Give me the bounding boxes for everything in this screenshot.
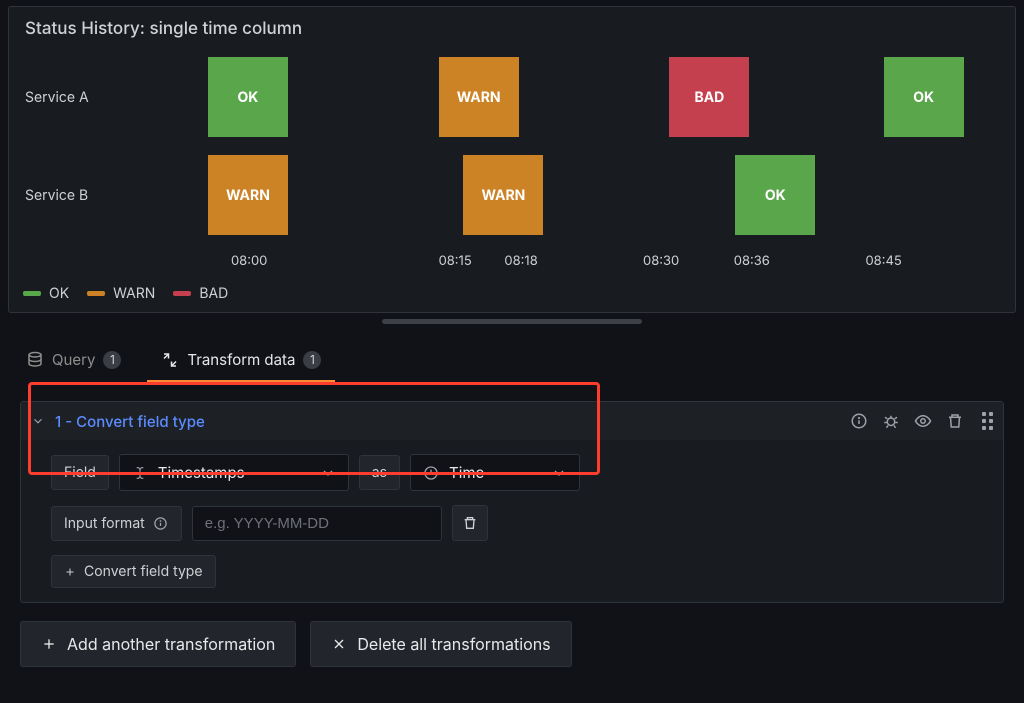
transform-card: 1 - Convert field type Field Timestamps [20, 401, 1004, 603]
axis-tick: 08:15 [439, 253, 472, 269]
legend: OK WARN BAD [23, 285, 999, 302]
legend-item[interactable]: OK [23, 285, 69, 302]
info-icon[interactable] [850, 412, 868, 430]
tab-transform-count: 1 [303, 351, 321, 369]
axis-tick: 08:18 [504, 253, 537, 269]
input-format-row: Input format [51, 505, 993, 541]
panel-title: Status History: single time column [25, 19, 999, 39]
close-icon [331, 636, 347, 652]
status-row: Service A OK WARN BAD OK [25, 57, 999, 137]
axis-tick: 08:36 [734, 253, 770, 269]
time-axis: 08:00 08:15 08:18 08:30 08:36 08:45 [175, 253, 999, 275]
footer-buttons: Add another transformation Delete all tr… [0, 603, 1024, 667]
status-rows: Service A OK WARN BAD OK Service B WARN WARN OK [25, 57, 999, 235]
legend-label: OK [49, 285, 69, 302]
editor-tabs: Query 1 Transform data 1 [0, 324, 1024, 383]
chevron-down-icon [31, 414, 45, 428]
tab-query-count: 1 [103, 351, 121, 369]
status-block[interactable]: BAD [669, 57, 749, 137]
field-select[interactable]: Timestamps [119, 454, 349, 491]
clock-icon [423, 465, 439, 481]
text-cursor-icon [132, 465, 148, 481]
row-track: OK WARN BAD OK [175, 57, 999, 137]
transform-title: 1 - Convert field type [55, 412, 205, 431]
plus-icon [64, 566, 76, 578]
transform-body: Field Timestamps as Time [21, 440, 1003, 602]
add-convert-field-button[interactable]: Convert field type [51, 555, 216, 588]
transform-icon [161, 351, 179, 369]
status-block[interactable]: OK [735, 155, 815, 235]
status-block[interactable]: WARN [208, 155, 288, 235]
legend-swatch [23, 291, 41, 296]
transform-editor: 1 - Convert field type Field Timestamps [0, 383, 1024, 603]
transform-header[interactable]: 1 - Convert field type [21, 402, 1003, 440]
axis-tick: 08:45 [865, 253, 901, 269]
axis-tick: 08:30 [643, 253, 679, 269]
trash-icon[interactable] [946, 412, 964, 430]
input-format-field[interactable] [192, 506, 442, 541]
row-label: Service B [25, 187, 175, 204]
bug-icon[interactable] [882, 412, 900, 430]
status-block[interactable]: WARN [463, 155, 543, 235]
legend-label: WARN [113, 285, 155, 302]
legend-swatch [87, 291, 105, 296]
chevron-down-icon [551, 465, 567, 481]
row-track: WARN WARN OK [175, 155, 999, 235]
legend-label: BAD [199, 285, 228, 302]
type-select-value: Time [449, 463, 484, 482]
drag-handle-icon[interactable] [982, 412, 993, 430]
eye-icon[interactable] [914, 412, 932, 430]
field-select-value: Timestamps [158, 463, 245, 482]
input-format-label: Input format [64, 515, 145, 532]
legend-swatch [173, 291, 191, 296]
plus-icon [41, 636, 57, 652]
add-transformation-button[interactable]: Add another transformation [20, 621, 296, 667]
tab-transform-label: Transform data [187, 350, 295, 369]
as-label: as [359, 455, 400, 490]
input-format-label-box: Input format [51, 506, 182, 541]
status-block[interactable]: OK [884, 57, 964, 137]
legend-item[interactable]: BAD [173, 285, 228, 302]
tab-query-label: Query [52, 350, 95, 369]
type-select[interactable]: Time [410, 454, 580, 491]
clear-input-format-button[interactable] [452, 505, 488, 541]
delete-transformations-button[interactable]: Delete all transformations [310, 621, 571, 667]
chevron-down-icon [320, 465, 336, 481]
field-row: Field Timestamps as Time [51, 454, 993, 491]
field-label: Field [51, 455, 109, 490]
status-block[interactable]: OK [208, 57, 288, 137]
row-label: Service A [25, 89, 175, 106]
database-icon [26, 351, 44, 369]
add-convert-field-label: Convert field type [84, 563, 203, 580]
status-history-panel: Status History: single time column Servi… [8, 6, 1016, 313]
status-block[interactable]: WARN [439, 57, 519, 137]
add-transformation-label: Add another transformation [67, 634, 275, 654]
status-row: Service B WARN WARN OK [25, 155, 999, 235]
info-icon[interactable] [153, 515, 169, 531]
axis-tick: 08:00 [231, 253, 267, 269]
trash-icon [462, 515, 478, 531]
tab-query[interactable]: Query 1 [20, 342, 127, 383]
legend-item[interactable]: WARN [87, 285, 155, 302]
delete-transformations-label: Delete all transformations [357, 634, 550, 654]
tab-transform[interactable]: Transform data 1 [155, 342, 327, 383]
